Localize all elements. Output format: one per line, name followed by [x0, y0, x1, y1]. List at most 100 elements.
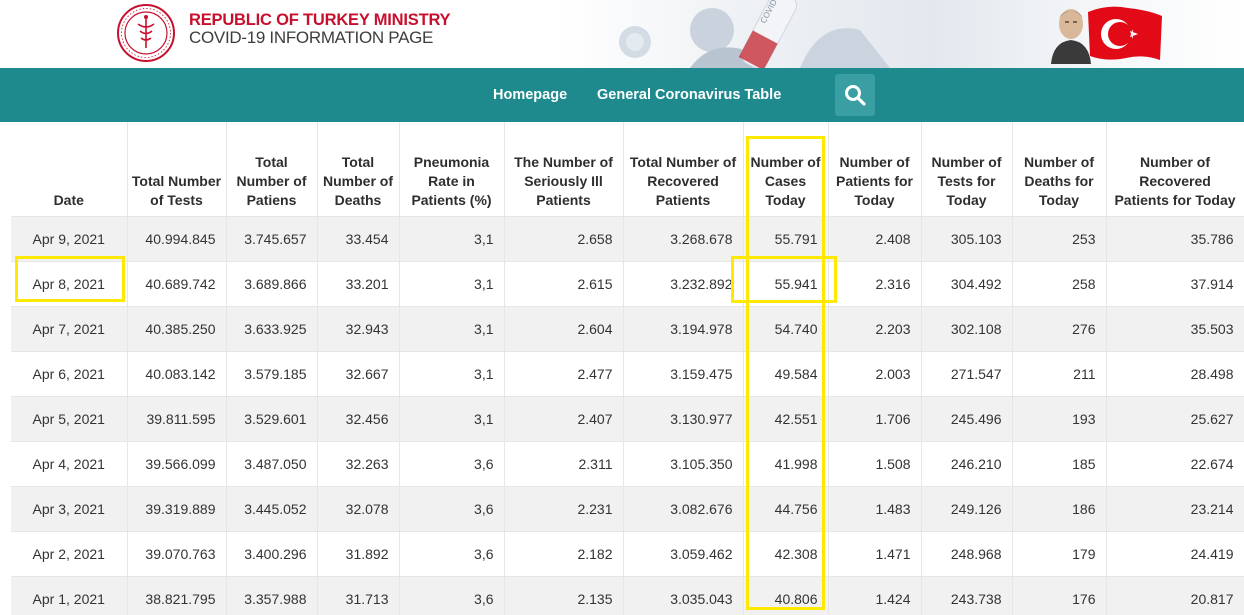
table-row: Apr 8, 2021 40.689.742 3.689.866 33.201 3,1 2… [11, 261, 1244, 307]
coronavirus-table: Date Total Number of Tests Total Number … [11, 122, 1244, 615]
cell-recovered-today: 35.786 [1106, 216, 1244, 262]
table-row: Apr 5, 2021 39.811.595 3.529.601 32.456 3,1 2… [11, 396, 1244, 442]
cell-date: Apr 4, 2021 [11, 441, 128, 487]
table-row: Apr 2, 2021 39.070.763 3.400.296 31.892 3,6 2… [11, 531, 1244, 577]
cell-total-patients: 3.487.050 [226, 441, 318, 487]
col-header-total-patients[interactable]: Total Number of Patiens [226, 122, 318, 217]
cell-pneumonia-rate: 3,1 [399, 216, 505, 262]
col-header-recovered-today[interactable]: Number of Recovered Patients for Today [1106, 122, 1244, 217]
nav-general-table[interactable]: General Coronavirus Table [597, 68, 781, 122]
table-row: Apr 6, 2021 40.083.142 3.579.185 32.667 3,1 2… [11, 351, 1244, 397]
cell-total-tests: 38.821.795 [127, 576, 227, 615]
cell-total-tests: 40.083.142 [127, 351, 227, 397]
main-nav: Homepage General Coronavirus Table [0, 68, 1244, 122]
cell-total-recovered: 3.035.043 [623, 576, 744, 615]
cell-seriously-ill: 2.231 [504, 486, 624, 532]
cell-seriously-ill: 2.615 [504, 261, 624, 307]
cell-deaths-today: 179 [1012, 531, 1107, 577]
cell-date: Apr 1, 2021 [11, 576, 128, 615]
table-row: Apr 4, 2021 39.566.099 3.487.050 32.263 3,6 2… [11, 441, 1244, 487]
cell-total-recovered: 3.232.892 [623, 261, 744, 307]
cell-recovered-today: 28.498 [1106, 351, 1244, 397]
page-margin [0, 122, 11, 615]
cell-cases-today: 42.308 [743, 531, 829, 577]
header-banner-image: COVID-19 [619, 0, 890, 68]
table-body: Apr 9, 2021 40.994.845 3.745.657 33.454 3,1 2… [11, 216, 1244, 615]
col-header-tests-today[interactable]: Number of Tests for Today [921, 122, 1013, 217]
col-header-deaths-today[interactable]: Number of Deaths for Today [1012, 122, 1107, 217]
cell-deaths-today: 193 [1012, 396, 1107, 442]
cell-patients-today: 1.706 [828, 396, 922, 442]
col-header-total-tests[interactable]: Total Number of Tests [127, 122, 227, 217]
cell-total-patients: 3.400.296 [226, 531, 318, 577]
cell-deaths-today: 186 [1012, 486, 1107, 532]
search-icon [845, 85, 866, 106]
cell-tests-today: 246.210 [921, 441, 1013, 487]
org-name: REPUBLIC OF TURKEY MINISTRY [189, 11, 451, 29]
ministry-logo[interactable] [116, 3, 176, 63]
cell-recovered-today: 20.817 [1106, 576, 1244, 615]
cell-cases-today: 54.740 [743, 306, 829, 352]
cell-total-patients: 3.633.925 [226, 306, 318, 352]
turkish-flag [1088, 6, 1162, 60]
cell-total-patients: 3.357.988 [226, 576, 318, 615]
cell-total-tests: 40.994.845 [127, 216, 227, 262]
cell-recovered-today: 24.419 [1106, 531, 1244, 577]
cell-tests-today: 302.108 [921, 306, 1013, 352]
cell-tests-today: 243.738 [921, 576, 1013, 615]
cell-seriously-ill: 2.658 [504, 216, 624, 262]
cell-date: Apr 8, 2021 [11, 261, 128, 307]
cell-seriously-ill: 2.604 [504, 306, 624, 352]
col-header-patients-today[interactable]: Number of Patients for Today [828, 122, 922, 217]
col-header-cases-today[interactable]: Number of Cases Today [743, 122, 829, 217]
cell-deaths-today: 253 [1012, 216, 1107, 262]
cell-tests-today: 304.492 [921, 261, 1013, 307]
cell-total-tests: 39.566.099 [127, 441, 227, 487]
cell-total-tests: 40.385.250 [127, 306, 227, 352]
cell-recovered-today: 22.674 [1106, 441, 1244, 487]
cell-date: Apr 2, 2021 [11, 531, 128, 577]
cell-total-deaths: 33.201 [317, 261, 400, 307]
cell-tests-today: 271.547 [921, 351, 1013, 397]
table-row: Apr 7, 2021 40.385.250 3.633.925 32.943 3,1 2… [11, 306, 1244, 352]
cell-seriously-ill: 2.182 [504, 531, 624, 577]
col-header-date[interactable]: Date [11, 122, 128, 217]
cell-patients-today: 1.508 [828, 441, 922, 487]
cell-seriously-ill: 2.477 [504, 351, 624, 397]
cell-total-recovered: 3.268.678 [623, 216, 744, 262]
cell-seriously-ill: 2.407 [504, 396, 624, 442]
cell-total-tests: 39.319.889 [127, 486, 227, 532]
cell-total-recovered: 3.059.462 [623, 531, 744, 577]
cell-total-deaths: 32.456 [317, 396, 400, 442]
cell-patients-today: 2.408 [828, 216, 922, 262]
page-subtitle: COVID-19 INFORMATION PAGE [189, 28, 434, 47]
cell-cases-today: 55.791 [743, 216, 829, 262]
cell-total-patients: 3.529.601 [226, 396, 318, 442]
col-header-seriously-ill[interactable]: The Number of Seriously Ill Patients [504, 122, 624, 217]
cell-pneumonia-rate: 3,6 [399, 486, 505, 532]
cell-recovered-today: 25.627 [1106, 396, 1244, 442]
cell-patients-today: 1.471 [828, 531, 922, 577]
site-header: REPUBLIC OF TURKEY MINISTRY COVID-19 INF… [0, 0, 1244, 68]
cell-tests-today: 249.126 [921, 486, 1013, 532]
cell-recovered-today: 35.503 [1106, 306, 1244, 352]
col-header-total-recovered[interactable]: Total Number of Recovered Patients [623, 122, 744, 217]
cell-total-deaths: 32.943 [317, 306, 400, 352]
cell-deaths-today: 185 [1012, 441, 1107, 487]
cell-recovered-today: 37.914 [1106, 261, 1244, 307]
cell-total-deaths: 32.263 [317, 441, 400, 487]
cell-total-deaths: 32.667 [317, 351, 400, 397]
cell-date: Apr 3, 2021 [11, 486, 128, 532]
cell-total-recovered: 3.105.350 [623, 441, 744, 487]
search-button[interactable] [835, 74, 875, 116]
ministry-title: REPUBLIC OF TURKEY MINISTRY COVID-19 INF… [189, 11, 451, 47]
cell-total-recovered: 3.159.475 [623, 351, 744, 397]
cell-date: Apr 7, 2021 [11, 306, 128, 352]
nav-homepage[interactable]: Homepage [493, 68, 567, 122]
cell-pneumonia-rate: 3,6 [399, 531, 505, 577]
cell-seriously-ill: 2.135 [504, 576, 624, 615]
table-row: Apr 9, 2021 40.994.845 3.745.657 33.454 3,1 2… [11, 216, 1244, 262]
col-header-pneumonia-rate[interactable]: Pneumonia Rate in Patients (%) [399, 122, 505, 217]
cell-pneumonia-rate: 3,1 [399, 306, 505, 352]
col-header-total-deaths[interactable]: Total Number of Deaths [317, 122, 400, 217]
